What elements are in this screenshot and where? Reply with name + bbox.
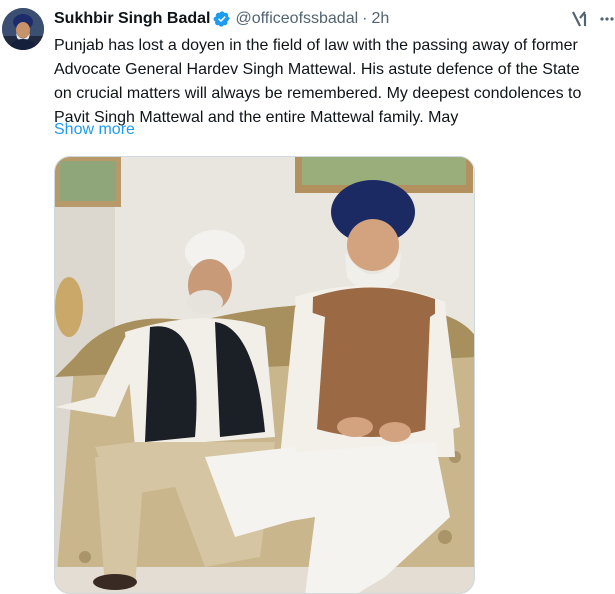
more-options-icon[interactable] — [599, 8, 615, 30]
tweet-photo[interactable] — [54, 156, 475, 594]
timestamp[interactable]: 2h — [371, 10, 389, 28]
separator-dot: · — [362, 10, 368, 27]
avatar[interactable] — [2, 8, 44, 50]
avatar-image — [2, 8, 44, 50]
photo-image — [55, 157, 474, 593]
verified-badge-icon — [213, 10, 231, 28]
tweet-text: Punjab has lost a doyen in the field of … — [54, 37, 582, 126]
tweet-header: Sukhbir Singh Badal @officeofssbadal · 2… — [54, 8, 615, 30]
grok-icon[interactable] — [569, 8, 591, 30]
tweet[interactable]: Sukhbir Singh Badal @officeofssbadal · 2… — [0, 0, 615, 594]
author-name[interactable]: Sukhbir Singh Badal — [54, 10, 210, 28]
show-more-link[interactable]: Show more — [54, 121, 135, 139]
author-handle[interactable]: @officeofssbadal — [235, 10, 358, 28]
